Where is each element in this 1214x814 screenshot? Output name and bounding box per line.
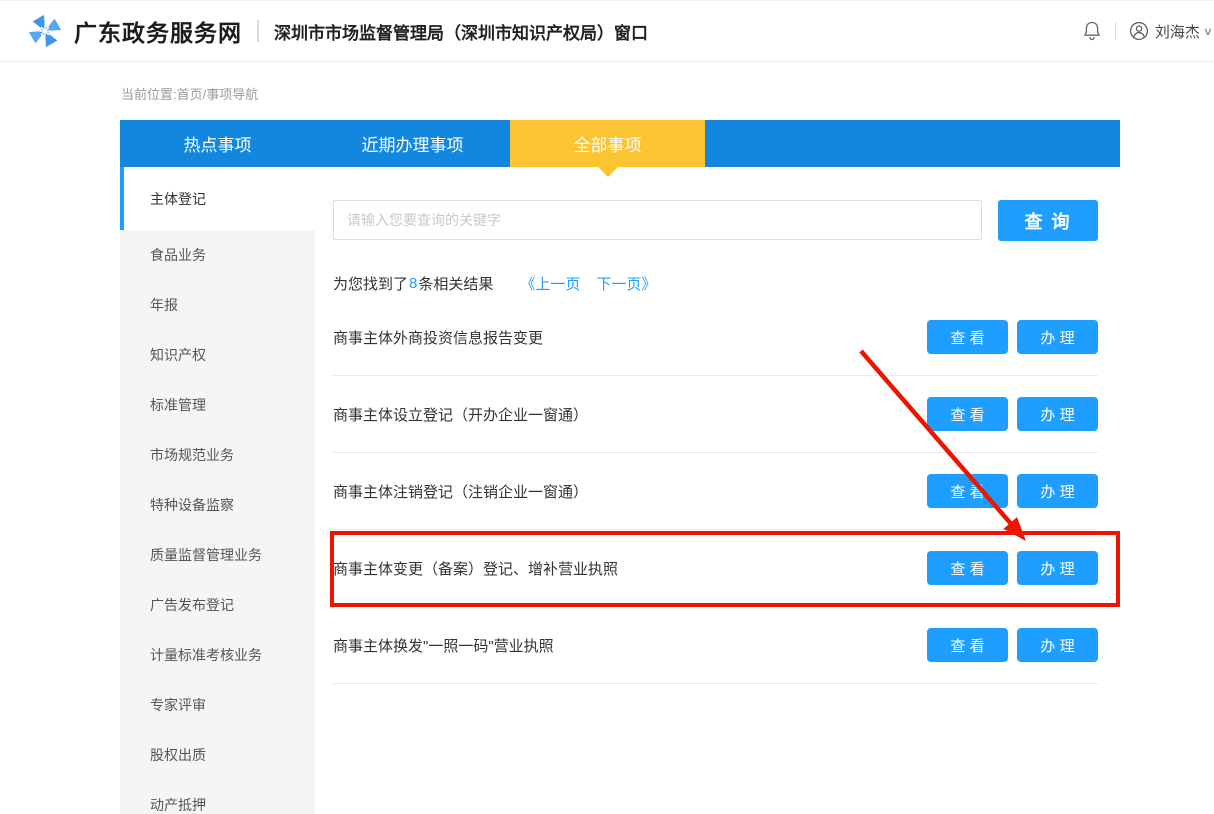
search-button[interactable]: 查 询	[998, 200, 1098, 241]
sidebar-item-label: 计量标准考核业务	[150, 645, 262, 665]
tab-label: 全部事项	[574, 131, 642, 156]
sidebar-item-label: 年报	[150, 295, 178, 315]
search-row: 查 询	[333, 200, 1098, 241]
sidebar-item-chattel-mortgage[interactable]: 动产抵押	[120, 780, 315, 814]
header-divider	[257, 20, 259, 42]
user-menu[interactable]: 刘海杰 ∨	[1129, 21, 1212, 42]
handle-button[interactable]: 办 理	[1017, 320, 1098, 354]
view-button[interactable]: 查 看	[927, 551, 1008, 585]
summary-prefix: 为您找到了	[333, 273, 408, 294]
sidebar-item-intellectual-property[interactable]: 知识产权	[120, 330, 315, 380]
next-page-link[interactable]: 下一页》	[596, 273, 656, 294]
site-logo[interactable]: 广东政务服务网	[26, 12, 242, 50]
row-actions: 查 看 办 理	[927, 397, 1098, 431]
sidebar-item-subject-registration[interactable]: 主体登记	[120, 167, 315, 230]
sidebar-item-label: 动产抵押	[150, 795, 206, 814]
site-name: 广东政务服务网	[74, 14, 242, 48]
tab-label: 热点事项	[184, 131, 252, 156]
row-actions: 查 看 办 理	[927, 474, 1098, 508]
sidebar-item-annual-report[interactable]: 年报	[120, 280, 315, 330]
result-row: 商事主体设立登记（开办企业一窗通） 查 看 办 理	[333, 376, 1098, 453]
sidebar-item-label: 知识产权	[150, 345, 206, 365]
breadcrumb: 当前位置:首页/事项导航	[121, 84, 258, 103]
chevron-down-icon: ∨	[1203, 25, 1213, 38]
header-divider-2	[1115, 22, 1116, 40]
result-row: 商事主体外商投资信息报告变更 查 看 办 理	[333, 299, 1098, 376]
row-actions: 查 看 办 理	[927, 628, 1098, 662]
tab-all-items[interactable]: 全部事项	[510, 120, 705, 167]
view-button[interactable]: 查 看	[927, 628, 1008, 662]
prev-page-link[interactable]: 《上一页	[520, 273, 580, 294]
tab-recent-items[interactable]: 近期办理事项	[315, 120, 510, 167]
result-row: 商事主体注销登记（注销企业一窗通） 查 看 办 理	[333, 453, 1098, 530]
sidebar-item-label: 特种设备监察	[150, 495, 234, 515]
result-title: 商事主体外商投资信息报告变更	[333, 327, 543, 348]
sidebar-item-label: 专家评审	[150, 695, 206, 715]
result-title: 商事主体变更（备案）登记、增补营业执照	[333, 558, 618, 579]
sidebar-item-label: 股权出质	[150, 745, 206, 765]
result-row: 商事主体换发"一照一码"营业执照 查 看 办 理	[333, 607, 1098, 684]
sidebar-item-ad-publishing[interactable]: 广告发布登记	[120, 580, 315, 630]
result-title: 商事主体注销登记（注销企业一窗通）	[333, 481, 588, 502]
bell-icon	[1082, 20, 1102, 42]
header-right: 刘海杰 ∨	[1082, 20, 1212, 42]
sidebar-item-label: 食品业务	[150, 245, 206, 265]
sidebar-item-label: 标准管理	[150, 395, 206, 415]
result-title: 商事主体设立登记（开办企业一窗通）	[333, 404, 588, 425]
handle-button[interactable]: 办 理	[1017, 551, 1098, 585]
row-actions: 查 看 办 理	[927, 320, 1098, 354]
results-summary: 为您找到了8条相关结果 《上一页 下一页》	[333, 272, 1098, 294]
handle-button[interactable]: 办 理	[1017, 397, 1098, 431]
tab-bar: 热点事项 近期办理事项 全部事项	[120, 120, 1120, 167]
user-circle-icon	[1129, 21, 1149, 41]
row-actions: 查 看 办 理	[927, 551, 1098, 585]
logo-pinwheel-icon	[26, 12, 64, 50]
tab-label: 近期办理事项	[362, 131, 464, 156]
sidebar-item-label: 主体登记	[150, 189, 206, 209]
tab-hot-items[interactable]: 热点事项	[120, 120, 315, 167]
sidebar-item-expert-review[interactable]: 专家评审	[120, 680, 315, 730]
view-button[interactable]: 查 看	[927, 474, 1008, 508]
handle-button[interactable]: 办 理	[1017, 628, 1098, 662]
result-title: 商事主体换发"一照一码"营业执照	[333, 635, 554, 656]
sidebar-item-metrology-assessment[interactable]: 计量标准考核业务	[120, 630, 315, 680]
sidebar-item-standard-management[interactable]: 标准管理	[120, 380, 315, 430]
view-button[interactable]: 查 看	[927, 397, 1008, 431]
sidebar-item-label: 广告发布登记	[150, 595, 234, 615]
result-row-highlighted: 商事主体变更（备案）登记、增补营业执照 查 看 办 理	[333, 530, 1098, 607]
sidebar-item-equity-pledge[interactable]: 股权出质	[120, 730, 315, 780]
category-sidebar: 主体登记 食品业务 年报 知识产权 标准管理 市场规范业务 特种设备监察 质量监…	[120, 167, 315, 814]
site-header: 广东政务服务网 深圳市市场监督管理局（深圳市知识产权局）窗口 刘海杰 ∨	[0, 0, 1214, 62]
sidebar-item-food-business[interactable]: 食品业务	[120, 230, 315, 280]
results-list: 商事主体外商投资信息报告变更 查 看 办 理 商事主体设立登记（开办企业一窗通）…	[333, 299, 1098, 684]
main-content: 查 询 为您找到了8条相关结果 《上一页 下一页》 商事主体外商投资信息报告变更…	[333, 167, 1098, 684]
search-input[interactable]	[333, 200, 982, 240]
sidebar-item-label: 市场规范业务	[150, 445, 234, 465]
handle-button[interactable]: 办 理	[1017, 474, 1098, 508]
sidebar-item-market-regulation[interactable]: 市场规范业务	[120, 430, 315, 480]
summary-suffix: 条相关结果	[418, 273, 493, 294]
results-count: 8	[409, 275, 417, 292]
sidebar-item-special-equipment[interactable]: 特种设备监察	[120, 480, 315, 530]
view-button[interactable]: 查 看	[927, 320, 1008, 354]
sidebar-item-quality-supervision[interactable]: 质量监督管理业务	[120, 530, 315, 580]
sidebar-item-label: 质量监督管理业务	[150, 545, 262, 565]
user-name: 刘海杰	[1155, 21, 1200, 42]
window-title: 深圳市市场监督管理局（深圳市知识产权局）窗口	[274, 19, 648, 44]
notification-button[interactable]	[1082, 20, 1102, 42]
